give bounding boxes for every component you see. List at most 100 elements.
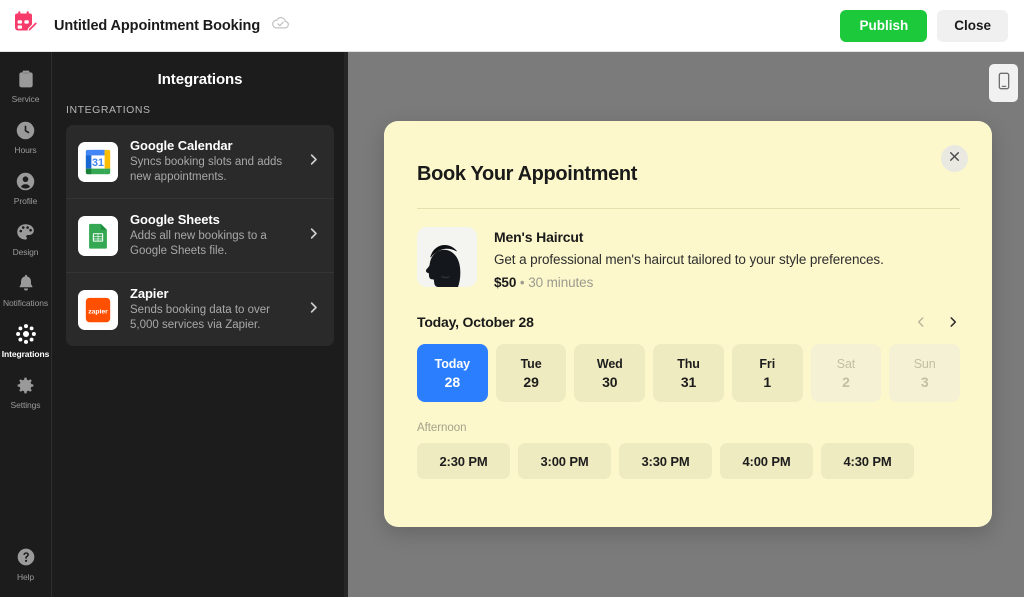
service-details: Men's Haircut Get a professional men's h… bbox=[494, 227, 884, 290]
day-name: Thu bbox=[677, 357, 700, 371]
booking-card: Book Your Appointment Men's Haircut bbox=[384, 121, 992, 527]
day-option-wed[interactable]: Wed 30 bbox=[574, 344, 645, 402]
left-icon-rail: Service Hours Profile bbox=[0, 52, 52, 597]
sidebar-label: Help bbox=[17, 572, 34, 583]
google-sheets-icon bbox=[78, 216, 118, 256]
service-duration: 30 minutes bbox=[528, 275, 593, 290]
integration-description: Adds all new bookings to a Google Sheets… bbox=[130, 229, 294, 259]
panel-scrollbar[interactable] bbox=[344, 52, 348, 597]
day-number: 3 bbox=[921, 374, 929, 390]
svg-text:31: 31 bbox=[92, 156, 104, 168]
question-circle-icon bbox=[16, 545, 36, 569]
palette-icon bbox=[15, 220, 36, 244]
top-bar: Untitled Appointment Booking Publish Clo… bbox=[0, 0, 1024, 52]
day-name: Sun bbox=[914, 357, 936, 371]
time-slot[interactable]: 3:00 PM bbox=[518, 443, 611, 479]
integration-name: Google Sheets bbox=[130, 212, 294, 227]
time-period-label: Afternoon bbox=[417, 422, 960, 434]
topbar-actions: Publish Close bbox=[840, 10, 1024, 42]
integrations-icon bbox=[15, 322, 37, 346]
service-meta: $50 • 30 minutes bbox=[494, 275, 884, 290]
sidebar-item-notifications[interactable]: Notifications bbox=[0, 264, 52, 315]
close-icon bbox=[948, 150, 961, 168]
selected-date-label: Today, October 28 bbox=[417, 314, 534, 330]
day-number: 29 bbox=[523, 374, 538, 390]
chevron-right-icon[interactable] bbox=[946, 315, 960, 329]
date-navigation bbox=[914, 315, 960, 329]
app-root: Untitled Appointment Booking Publish Clo… bbox=[0, 0, 1024, 597]
mobile-preview-toggle[interactable] bbox=[989, 64, 1018, 102]
calendar-edit-icon bbox=[13, 10, 39, 41]
panel-title: Integrations bbox=[52, 52, 348, 104]
sidebar-item-hours[interactable]: Hours bbox=[0, 111, 52, 162]
integrations-panel: Integrations INTEGRATIONS bbox=[52, 52, 348, 597]
panel-section-label: INTEGRATIONS bbox=[52, 104, 348, 125]
service-price: $50 bbox=[494, 275, 516, 290]
day-picker: Today 28 Tue 29 Wed 30 Thu 31 Fri 1 bbox=[417, 344, 960, 402]
time-slot[interactable]: 2:30 PM bbox=[417, 443, 510, 479]
integration-row-zapier[interactable]: zapier Zapier Sends booking data to over… bbox=[66, 273, 334, 346]
page-title: Book Your Appointment bbox=[417, 163, 960, 186]
sidebar-item-profile[interactable]: Profile bbox=[0, 162, 52, 213]
app-logo[interactable] bbox=[0, 0, 52, 52]
zapier-icon: zapier bbox=[78, 290, 118, 330]
day-option-sat: Sat 2 bbox=[811, 344, 882, 402]
day-option-thu[interactable]: Thu 31 bbox=[653, 344, 724, 402]
day-name: Sat bbox=[837, 357, 855, 371]
chevron-right-icon bbox=[306, 300, 323, 320]
clipboard-icon bbox=[16, 67, 36, 91]
sidebar-label: Design bbox=[13, 247, 39, 258]
chevron-right-icon bbox=[306, 152, 323, 172]
time-slot[interactable]: 3:30 PM bbox=[619, 443, 712, 479]
integration-text: Google Sheets Adds all new bookings to a… bbox=[130, 212, 294, 259]
integration-description: Syncs booking slots and adds new appoint… bbox=[130, 155, 294, 185]
sidebar-item-design[interactable]: Design bbox=[0, 213, 52, 264]
integration-text: Google Calendar Syncs booking slots and … bbox=[130, 138, 294, 185]
sidebar-item-help[interactable]: Help bbox=[0, 538, 52, 597]
day-name: Wed bbox=[597, 357, 623, 371]
clock-icon bbox=[15, 118, 36, 142]
day-option-today[interactable]: Today 28 bbox=[417, 344, 488, 402]
sidebar-label: Settings bbox=[11, 400, 41, 411]
meta-separator: • bbox=[520, 275, 525, 290]
sidebar-label: Notifications bbox=[3, 298, 48, 309]
close-editor-button[interactable]: Close bbox=[937, 10, 1008, 42]
day-option-tue[interactable]: Tue 29 bbox=[496, 344, 567, 402]
time-slot[interactable]: 4:30 PM bbox=[821, 443, 914, 479]
day-name: Fri bbox=[759, 357, 775, 371]
publish-button[interactable]: Publish bbox=[840, 10, 927, 42]
integration-row-google-sheets[interactable]: Google Sheets Adds all new bookings to a… bbox=[66, 199, 334, 273]
service-name: Men's Haircut bbox=[494, 229, 884, 245]
day-number: 28 bbox=[445, 374, 460, 390]
day-number: 2 bbox=[842, 374, 850, 390]
integration-name: Google Calendar bbox=[130, 138, 294, 153]
sidebar-label: Service bbox=[12, 94, 40, 105]
integrations-list: 31 Google Calendar Syncs booking slots a… bbox=[66, 125, 334, 346]
google-calendar-icon: 31 bbox=[78, 142, 118, 182]
date-section-header: Today, October 28 bbox=[417, 314, 960, 330]
time-slot[interactable]: 4:00 PM bbox=[720, 443, 813, 479]
sidebar-item-settings[interactable]: Settings bbox=[0, 366, 52, 417]
integration-text: Zapier Sends booking data to over 5,000 … bbox=[130, 286, 294, 333]
preview-canvas: Book Your Appointment Men's Haircut bbox=[348, 52, 1024, 597]
service-summary: Men's Haircut Get a professional men's h… bbox=[417, 209, 960, 290]
integration-row-google-calendar[interactable]: 31 Google Calendar Syncs booking slots a… bbox=[66, 125, 334, 199]
day-number: 30 bbox=[602, 374, 617, 390]
bell-icon bbox=[16, 271, 36, 295]
day-option-fri[interactable]: Fri 1 bbox=[732, 344, 803, 402]
person-icon bbox=[15, 169, 36, 193]
cloud-saved-icon bbox=[271, 14, 290, 38]
sidebar-item-integrations[interactable]: Integrations bbox=[0, 315, 52, 366]
sidebar-label: Integrations bbox=[2, 349, 49, 360]
integration-name: Zapier bbox=[130, 286, 294, 301]
card-close-button[interactable] bbox=[941, 145, 968, 172]
svg-text:zapier: zapier bbox=[88, 308, 108, 315]
day-name: Tue bbox=[521, 357, 542, 371]
service-description: Get a professional men's haircut tailore… bbox=[494, 252, 884, 267]
chevron-right-icon bbox=[306, 226, 323, 246]
sidebar-label: Profile bbox=[14, 196, 37, 207]
sidebar-item-service[interactable]: Service bbox=[0, 60, 52, 111]
chevron-left-icon[interactable] bbox=[914, 315, 928, 329]
sidebar-label: Hours bbox=[14, 145, 36, 156]
document-title[interactable]: Untitled Appointment Booking bbox=[54, 18, 260, 34]
